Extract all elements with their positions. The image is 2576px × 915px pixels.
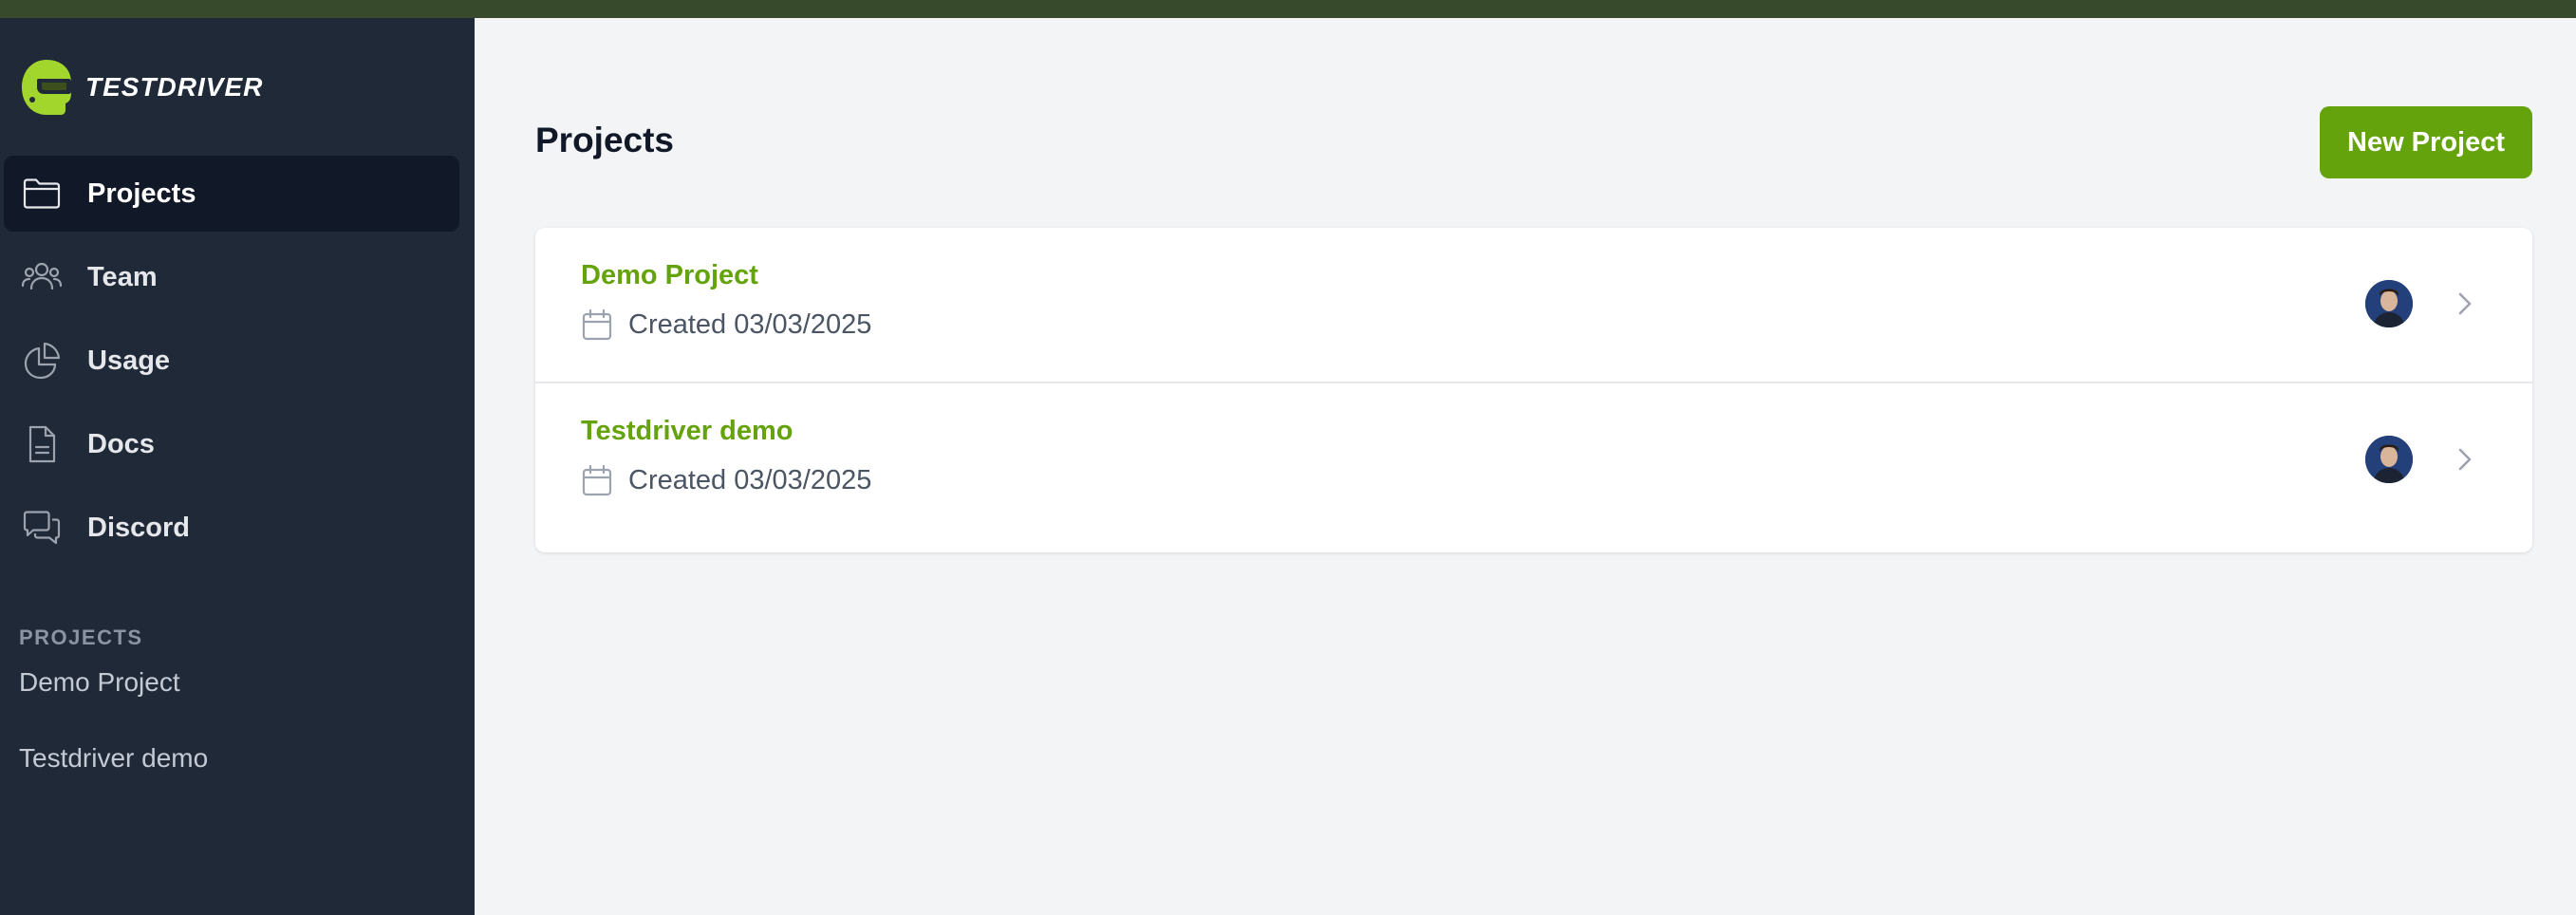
project-created: Created 03/03/2025: [581, 308, 871, 342]
chart-pie-icon: [24, 342, 61, 380]
main-content: Projects New Project Demo Project Create…: [475, 18, 2576, 915]
sidebar-item-label: Discord: [87, 512, 190, 543]
sidebar: TESTDRIVER Projects Team Usage Docs Disc…: [0, 18, 475, 915]
chevron-right-icon[interactable]: [2455, 287, 2477, 321]
project-created: Created 03/03/2025: [581, 463, 871, 497]
document-icon: [28, 425, 56, 463]
sidebar-project-link[interactable]: Testdriver demo: [19, 743, 208, 774]
users-icon: [21, 262, 63, 290]
sidebar-item-label: Usage: [87, 345, 171, 376]
avatar: [2365, 436, 2413, 483]
folder-icon: [23, 178, 61, 209]
project-name[interactable]: Testdriver demo: [581, 416, 793, 447]
project-row[interactable]: Testdriver demo Created 03/03/2025: [535, 382, 2532, 535]
created-date: Created 03/03/2025: [628, 308, 872, 340]
calendar-icon: [582, 308, 612, 341]
avatar: [2365, 280, 2413, 327]
brand-name: TESTDRIVER: [85, 72, 264, 102]
sidebar-item-team[interactable]: Team: [4, 239, 459, 315]
sidebar-item-projects[interactable]: Projects: [4, 156, 459, 232]
sidebar-nav: Projects Team Usage Docs Discord: [4, 156, 459, 573]
project-row[interactable]: Demo Project Created 03/03/2025: [535, 228, 2532, 382]
sidebar-item-usage[interactable]: Usage: [4, 323, 459, 399]
chevron-right-icon[interactable]: [2455, 442, 2477, 476]
created-date: Created 03/03/2025: [628, 464, 872, 495]
project-name[interactable]: Demo Project: [581, 260, 758, 291]
chat-icon: [23, 511, 61, 545]
sidebar-item-docs[interactable]: Docs: [4, 406, 459, 482]
helmet-icon: [22, 60, 71, 115]
sidebar-item-discord[interactable]: Discord: [4, 490, 459, 566]
brand-logo[interactable]: TESTDRIVER: [19, 56, 263, 119]
project-list: Demo Project Created 03/03/2025 Testdriv…: [535, 228, 2532, 552]
sidebar-item-label: Team: [87, 261, 158, 292]
page-title: Projects: [535, 121, 675, 159]
sidebar-item-label: Projects: [87, 177, 196, 209]
calendar-icon: [582, 464, 612, 496]
sidebar-project-link[interactable]: Demo Project: [19, 667, 180, 698]
sidebar-section-projects: PROJECTS: [19, 626, 143, 649]
new-project-button[interactable]: New Project: [2320, 106, 2532, 178]
window-top-bar: [0, 0, 2576, 18]
sidebar-item-label: Docs: [87, 428, 155, 459]
